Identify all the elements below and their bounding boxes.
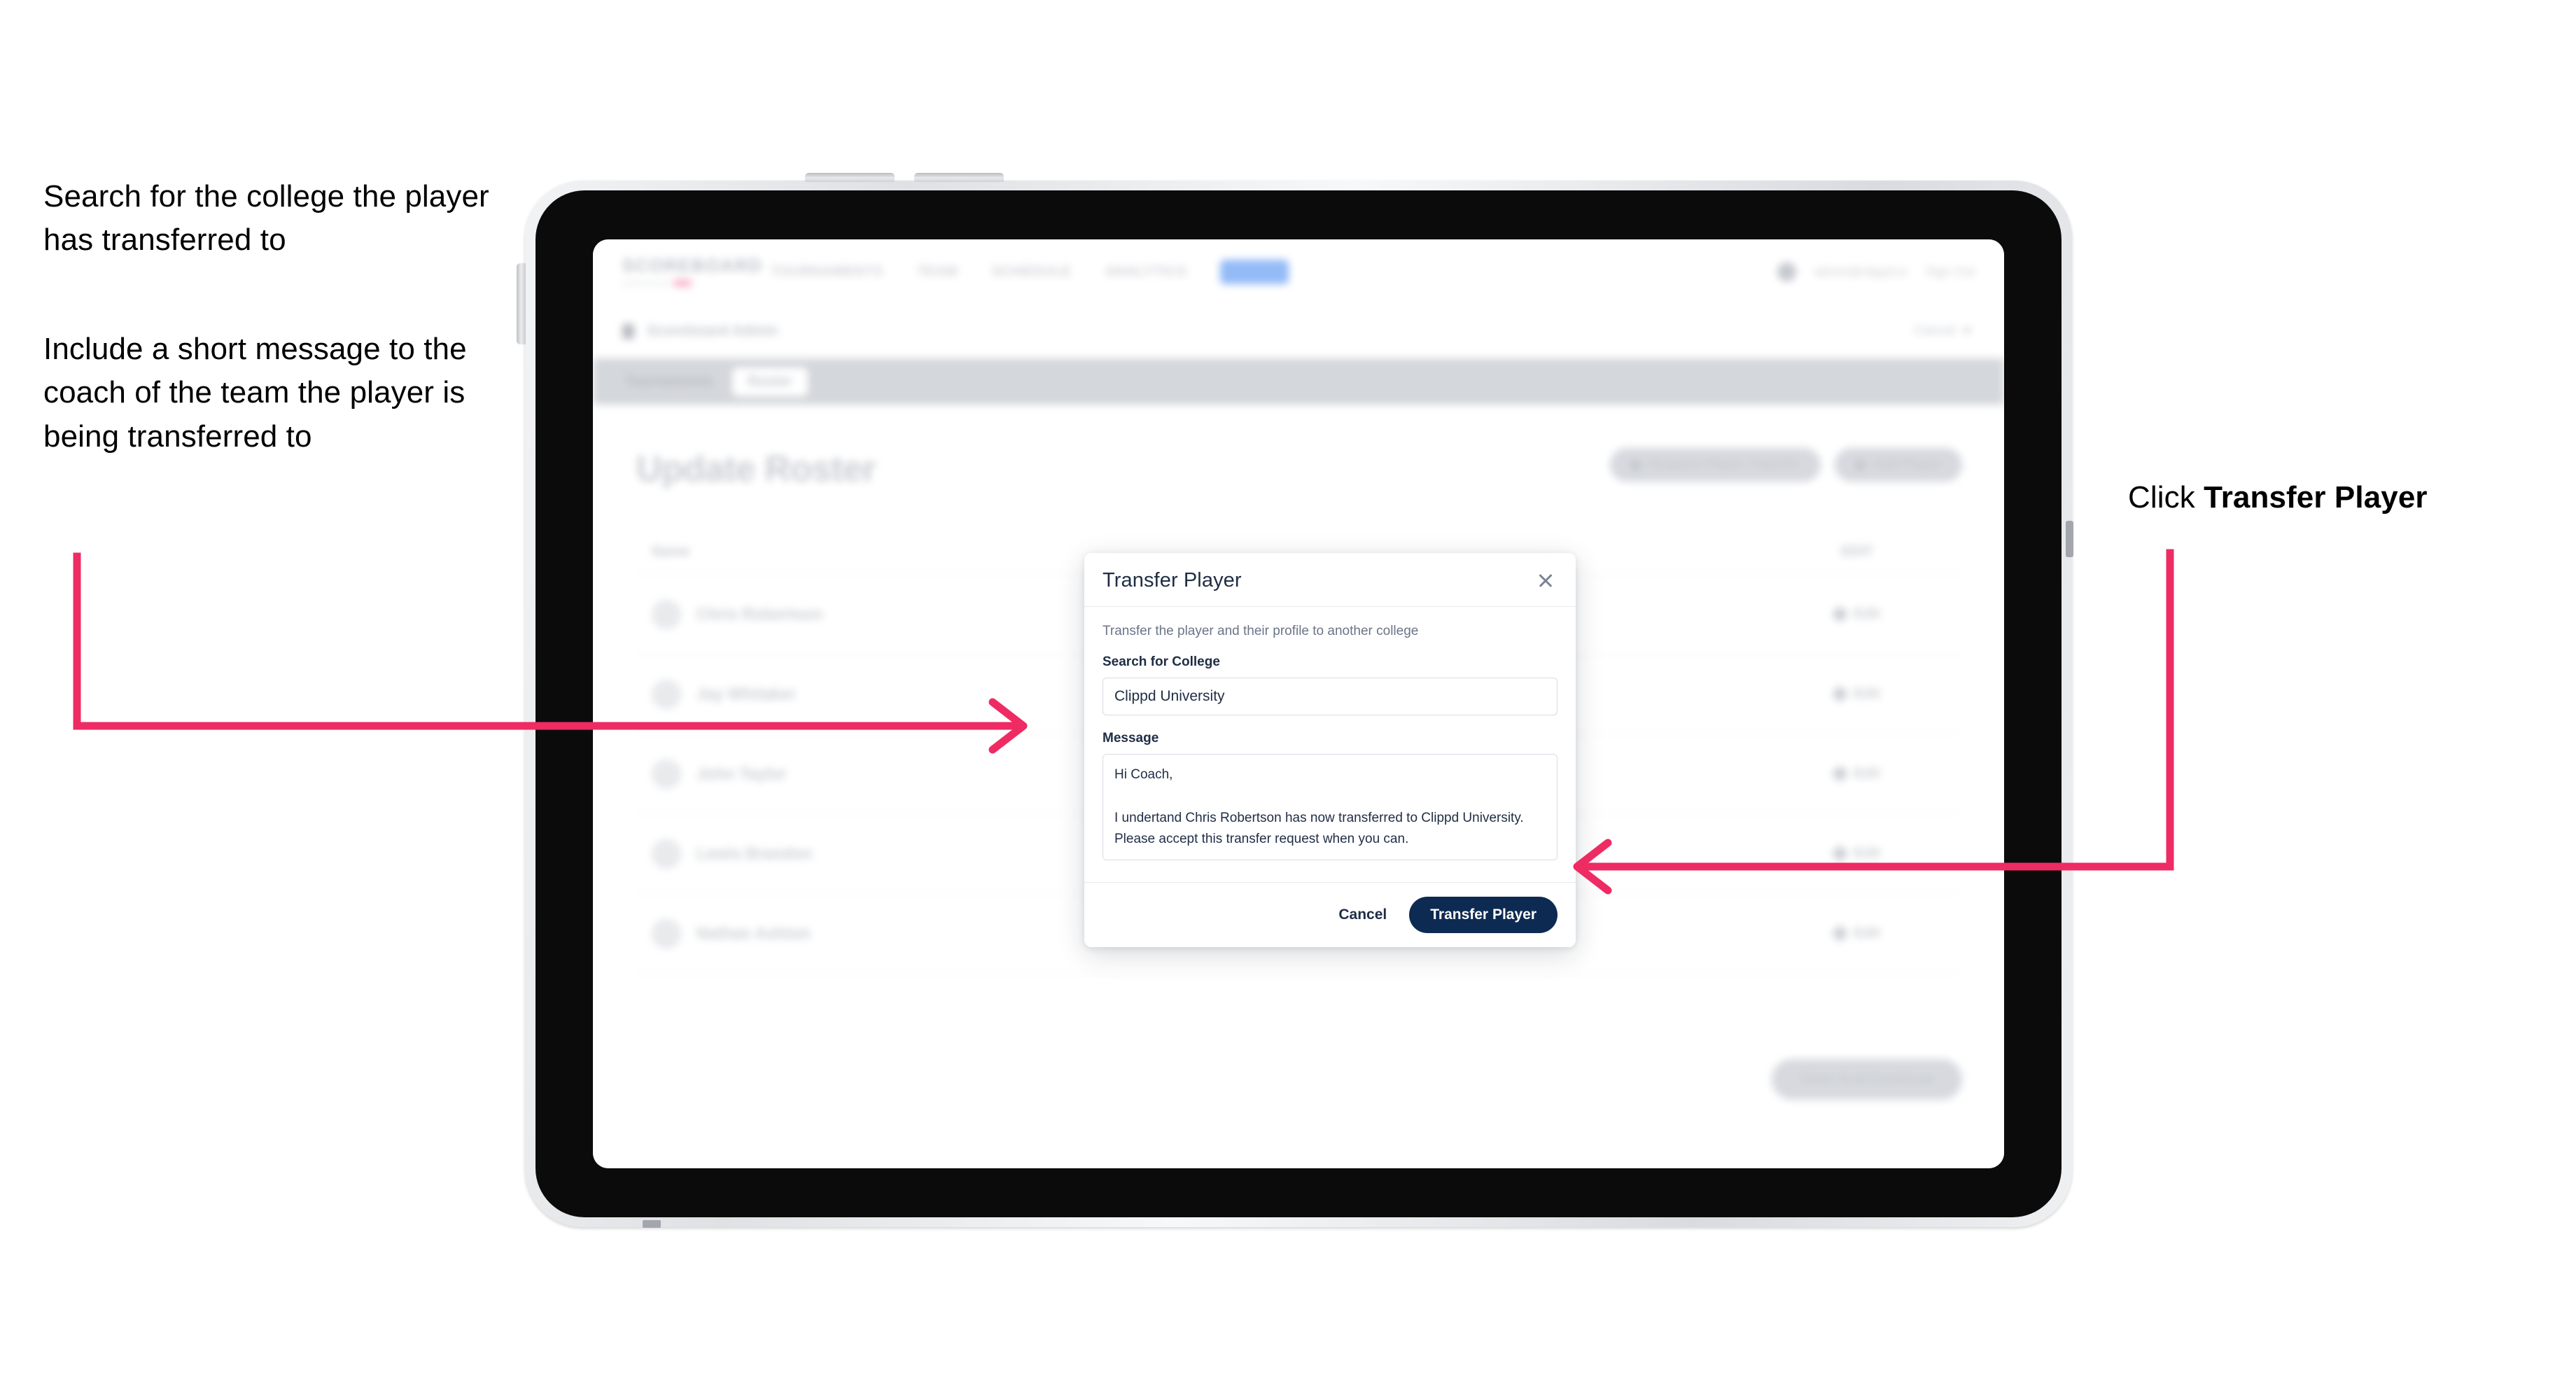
annotation-click-prefix: Click — [2128, 480, 2204, 514]
row-edit-action[interactable]: Edit — [1752, 845, 1962, 862]
pencil-icon — [1831, 765, 1849, 783]
tab-roster[interactable]: Roster — [732, 367, 808, 396]
annotation-search-college: Search for the college the player has tr… — [43, 179, 489, 258]
antenna-notch — [2066, 521, 2073, 557]
college-search-input[interactable] — [1102, 678, 1558, 715]
account-email: admin@clippd.io — [1814, 264, 1907, 279]
transfer-player-button[interactable]: Transfer Player — [1409, 897, 1558, 933]
logo-wordmark: SCOREBOARD — [622, 255, 763, 276]
pencil-icon — [1831, 845, 1849, 862]
chevron-down-icon — [1962, 328, 1972, 334]
player-name: John Taylor — [696, 764, 787, 783]
sign-out-link[interactable]: Sign Out — [1926, 265, 1975, 279]
row-edit-action[interactable]: Edit — [1752, 606, 1962, 623]
row-edit-action[interactable]: Edit — [1752, 685, 1962, 703]
player-avatar — [652, 759, 681, 789]
row-edit-label: Edit — [1854, 925, 1880, 941]
request-player-transfer-button[interactable]: Request Player Transfer — [1610, 448, 1821, 482]
power-button[interactable] — [517, 263, 526, 344]
modal-title: Transfer Player — [1102, 568, 1242, 592]
tablet-device: SCOREBOARD powered by TOURNAMENTS TEAM S… — [517, 173, 2073, 1228]
nav-item-tournaments[interactable]: TOURNAMENTS — [771, 264, 883, 280]
nav-account-area: admin@clippd.io Sign Out — [1777, 262, 1975, 281]
message-field-label: Message — [1102, 731, 1159, 746]
plus-icon — [1854, 458, 1866, 471]
cancel-button[interactable]: Cancel — [1334, 906, 1391, 924]
modal-header: Transfer Player — [1084, 553, 1576, 607]
row-edit-label: Edit — [1854, 846, 1880, 861]
transfer-icon — [1630, 458, 1642, 471]
nav-item-admin[interactable]: ADMIN — [1220, 259, 1289, 284]
nav-item-team[interactable]: TEAM — [917, 264, 958, 280]
college-field-label: Search for College — [1102, 654, 1220, 669]
player-avatar — [652, 839, 681, 869]
breadcrumb-cancel-label: Cancel — [1914, 323, 1956, 338]
message-textarea[interactable] — [1102, 754, 1558, 860]
request-player-transfer-label: Request Player Transfer — [1648, 457, 1801, 472]
logo-brand-mark — [673, 280, 692, 286]
logo-powered-by: powered by — [622, 279, 669, 288]
transfer-player-modal: Transfer Player Transfer the player and … — [1084, 553, 1576, 947]
pencil-icon — [1831, 606, 1849, 623]
volume-up-button[interactable] — [805, 173, 895, 182]
column-header-edit: EDIT — [1841, 543, 1873, 559]
breadcrumb-icon — [622, 323, 634, 339]
volume-down-button[interactable] — [914, 173, 1004, 182]
field-spacer — [1102, 715, 1558, 731]
row-edit-label: Edit — [1854, 606, 1880, 622]
annotation-click-transfer: Click Transfer Player — [2128, 476, 2548, 519]
row-edit-action[interactable]: Edit — [1752, 765, 1962, 783]
annotation-include-message: Include a short message to the coach of … — [43, 332, 467, 454]
nav-item-analytics[interactable]: ANALYTICS — [1105, 264, 1186, 280]
add-player-button[interactable]: Add Player — [1834, 448, 1962, 482]
tab-bar: Tournaments Roster — [593, 358, 2004, 405]
player-avatar — [652, 679, 681, 709]
modal-footer: Cancel Transfer Player — [1084, 882, 1576, 947]
nav-links: TOURNAMENTS TEAM SCHEDULE ANALYTICS ADMI… — [771, 259, 1289, 284]
close-icon[interactable] — [1534, 568, 1558, 592]
avatar[interactable] — [1777, 262, 1796, 281]
pencil-icon — [1831, 685, 1849, 703]
breadcrumb-label[interactable]: Scoreboard Admin — [647, 323, 778, 340]
row-edit-action[interactable]: Edit — [1752, 925, 1962, 942]
row-edit-label: Edit — [1854, 766, 1880, 781]
page-title: Update Roster — [636, 449, 876, 489]
save-and-continue-button[interactable]: Save And Continue — [1772, 1059, 1962, 1100]
player-avatar — [652, 599, 681, 629]
bottom-antenna-notch — [643, 1220, 661, 1228]
tablet-bezel: SCOREBOARD powered by TOURNAMENTS TEAM S… — [536, 190, 2062, 1217]
app-logo[interactable]: SCOREBOARD powered by — [622, 255, 763, 288]
annotation-click-target: Transfer Player — [2204, 480, 2428, 514]
top-navigation-bar: SCOREBOARD powered by TOURNAMENTS TEAM S… — [593, 239, 2004, 304]
player-name: Lewis Brandon — [696, 844, 812, 862]
pencil-icon — [1831, 925, 1849, 942]
nav-item-schedule[interactable]: SCHEDULE — [991, 264, 1071, 280]
page-header-actions: Request Player Transfer Add Player — [1610, 448, 1962, 482]
tablet-screen: SCOREBOARD powered by TOURNAMENTS TEAM S… — [593, 239, 2004, 1168]
breadcrumb-bar: Scoreboard Admin Cancel — [593, 304, 2004, 359]
tab-tournaments[interactable]: Tournaments — [610, 368, 728, 396]
modal-body: Transfer the player and their profile to… — [1084, 607, 1576, 882]
add-player-label: Add Player — [1872, 457, 1942, 472]
logo-subtitle: powered by — [622, 279, 719, 288]
player-name: Nathan Ashton — [696, 924, 811, 942]
row-edit-label: Edit — [1854, 686, 1880, 701]
player-name: Chris Robertson — [696, 605, 823, 623]
player-name: Jay Whitaker — [696, 685, 796, 703]
breadcrumb-cancel[interactable]: Cancel — [1914, 323, 1972, 339]
player-avatar — [652, 918, 681, 948]
modal-description: Transfer the player and their profile to… — [1102, 624, 1419, 638]
